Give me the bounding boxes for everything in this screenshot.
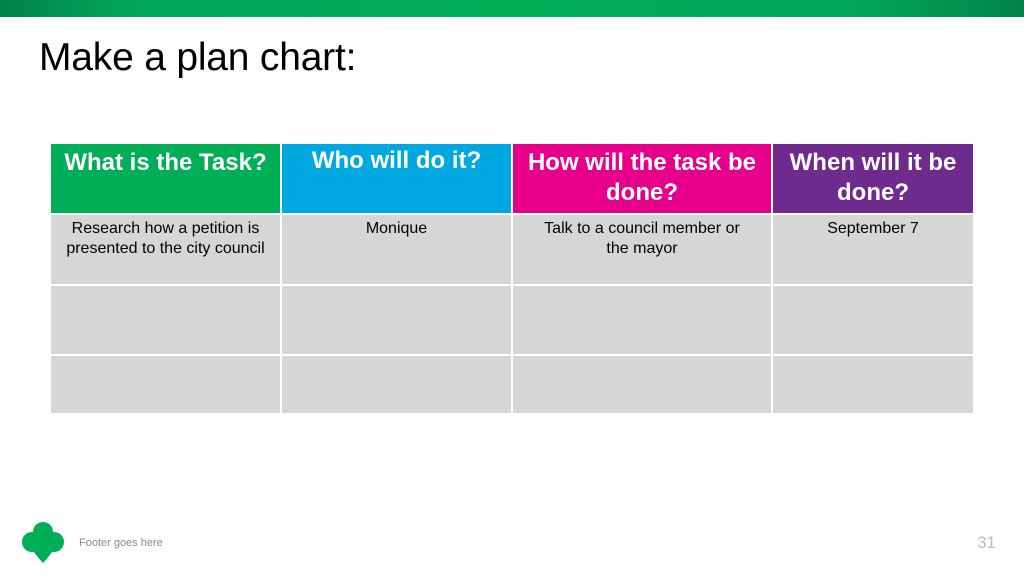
cell-task: Research how a petition is presented to …	[51, 215, 280, 284]
cell-how: Talk to a council member or the mayor	[513, 215, 771, 284]
trefoil-logo-icon	[22, 522, 64, 563]
footer-text: Footer goes here	[79, 537, 163, 549]
header-when: When will it be done?	[773, 144, 973, 213]
cell-when: September 7	[773, 215, 973, 284]
table-row: Research how a petition is presented to …	[51, 215, 973, 284]
plan-table: What is the Task? Who will do it? How wi…	[49, 142, 975, 415]
top-accent-bar	[0, 0, 1024, 17]
cell-how[interactable]	[513, 356, 771, 413]
slide-title: Make a plan chart:	[39, 36, 357, 79]
cell-when[interactable]	[773, 356, 973, 413]
header-task: What is the Task?	[51, 144, 280, 213]
cell-who[interactable]	[282, 356, 511, 413]
header-who: Who will do it?	[282, 144, 511, 213]
cell-when[interactable]	[773, 286, 973, 354]
cell-who: Monique	[282, 215, 511, 284]
cell-who[interactable]	[282, 286, 511, 354]
table-row	[51, 356, 973, 413]
cell-how[interactable]	[513, 286, 771, 354]
header-how: How will the task be done?	[513, 144, 771, 213]
table-header-row: What is the Task? Who will do it? How wi…	[51, 144, 973, 213]
page-number: 31	[977, 533, 996, 552]
cell-task[interactable]	[51, 356, 280, 413]
cell-task[interactable]	[51, 286, 280, 354]
table-row	[51, 286, 973, 354]
